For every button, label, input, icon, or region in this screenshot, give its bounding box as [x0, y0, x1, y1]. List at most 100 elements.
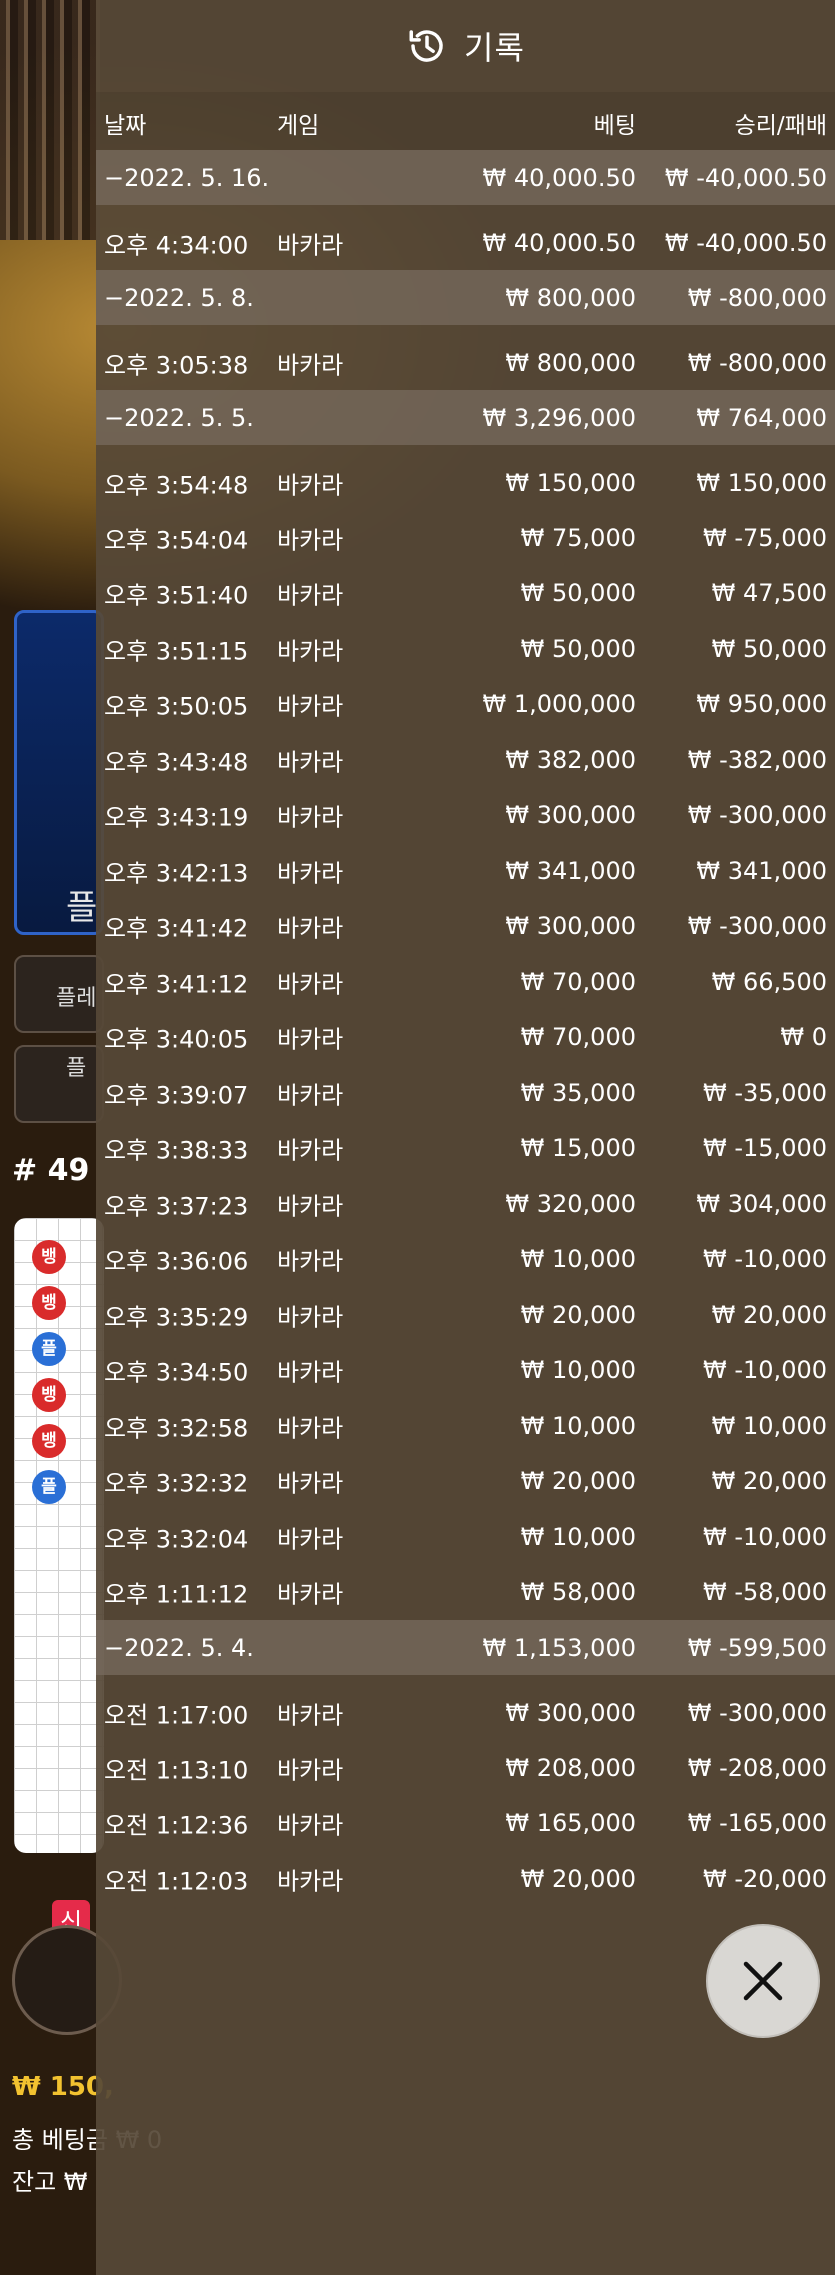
date-group-row[interactable]: −2022. 5. 4. ₩ 1,153,000 ₩ -599,500 — [96, 1620, 835, 1675]
row-result: ₩ -35,000 — [703, 1078, 827, 1107]
table-row: 오후 3:51:40 바카라 ₩ 50,000 ₩ 47,500 — [96, 566, 835, 622]
row-result: ₩ 10,000 — [711, 1411, 827, 1440]
column-header-result: 승리/패배 — [734, 113, 827, 139]
date-group-row[interactable]: −2022. 5. 5. ₩ 3,296,000 ₩ 764,000 — [96, 390, 835, 445]
row-result: ₩ 150,000 — [696, 468, 827, 497]
row-game: 바카라 — [277, 351, 344, 380]
bead-player: 플 — [32, 1332, 66, 1366]
history-table-body: −2022. 5. 16. ₩ 40,000.50 ₩ -40,000.50 오후 4… — [96, 150, 835, 1907]
history-header: 기록 — [96, 0, 835, 92]
row-time: 오후 3:34:50 — [104, 1358, 249, 1387]
date-group-row[interactable]: −2022. 5. 8. ₩ 800,000 ₩ -800,000 — [96, 270, 835, 325]
row-result: ₩ -75,000 — [703, 523, 827, 552]
row-time: 오후 3:35:29 — [104, 1303, 249, 1332]
row-result: ₩ -165,000 — [687, 1809, 827, 1838]
background-button — [14, 1045, 104, 1123]
group-bet-total: ₩ 3,296,000 — [482, 403, 636, 432]
row-bet: ₩ 10,000 — [520, 1245, 636, 1274]
row-bet: ₩ 10,000 — [520, 1411, 636, 1440]
row-result: ₩ -40,000.50 — [664, 228, 827, 257]
row-game: 바카라 — [277, 692, 344, 721]
background-video — [0, 0, 100, 240]
table-row: 오후 3:54:48 바카라 ₩ 150,000 ₩ 150,000 — [96, 445, 835, 510]
table-row: 오후 3:32:58 바카라 ₩ 10,000 ₩ 10,000 — [96, 1398, 835, 1454]
date-group-row[interactable]: −2022. 5. 16. ₩ 40,000.50 ₩ -40,000.50 — [96, 150, 835, 205]
row-game: 바카라 — [277, 1580, 344, 1609]
row-result: ₩ 950,000 — [696, 690, 827, 719]
group-date: −2022. 5. 8. — [104, 283, 254, 312]
row-time: 오후 3:50:05 — [104, 692, 249, 721]
row-time: 오후 4:34:00 — [104, 231, 249, 260]
table-header: 날짜 게임 베팅 승리/패배 — [96, 92, 835, 150]
row-game: 바카라 — [277, 1525, 344, 1554]
row-time: 오후 3:37:23 — [104, 1192, 249, 1221]
group-result-total: ₩ -599,500 — [687, 1633, 827, 1662]
row-time: 오후 3:54:48 — [104, 471, 249, 500]
row-game: 바카라 — [277, 914, 344, 943]
background-round-number: # 49 — [12, 1153, 90, 1188]
row-result: ₩ -300,000 — [687, 1698, 827, 1727]
row-result: ₩ 0 — [780, 1023, 827, 1052]
close-icon — [743, 1961, 783, 2001]
row-bet: ₩ 150,000 — [505, 468, 636, 497]
row-time: 오후 3:32:58 — [104, 1414, 249, 1443]
row-time: 오후 3:32:04 — [104, 1525, 249, 1554]
bead-banker: 뱅 — [32, 1378, 66, 1412]
row-bet: ₩ 382,000 — [505, 745, 636, 774]
group-result-total: ₩ -40,000.50 — [664, 163, 827, 192]
row-time: 오후 3:43:19 — [104, 803, 249, 832]
row-bet: ₩ 300,000 — [505, 801, 636, 830]
history-panel: 기록 날짜 게임 베팅 승리/패배 −2022. 5. 16. ₩ 40,000.… — [96, 0, 835, 2275]
row-result: ₩ -208,000 — [687, 1753, 827, 1782]
row-game: 바카라 — [277, 748, 344, 777]
row-time: 오후 3:39:07 — [104, 1081, 249, 1110]
table-row: 오후 3:36:06 바카라 ₩ 10,000 ₩ -10,000 — [96, 1232, 835, 1288]
row-result: ₩ 20,000 — [711, 1300, 827, 1329]
row-game: 바카라 — [277, 526, 344, 555]
row-result: ₩ 50,000 — [711, 634, 827, 663]
row-game: 바카라 — [277, 581, 344, 610]
background-player-label: 플 — [66, 888, 98, 928]
row-game: 바카라 — [277, 1081, 344, 1110]
row-result: ₩ -10,000 — [703, 1522, 827, 1551]
group-date: −2022. 5. 16. — [104, 163, 270, 192]
row-result: ₩ -15,000 — [703, 1134, 827, 1163]
row-game: 바카라 — [277, 1756, 344, 1785]
row-game: 바카라 — [277, 1025, 344, 1054]
table-row: 오후 3:05:38 바카라 ₩ 800,000 ₩ -800,000 — [96, 325, 835, 390]
table-row: 오후 3:35:29 바카라 ₩ 20,000 ₩ 20,000 — [96, 1287, 835, 1343]
history-title: 기록 — [464, 29, 525, 67]
table-row: 오후 3:40:05 바카라 ₩ 70,000 ₩ 0 — [96, 1010, 835, 1066]
row-time: 오후 3:36:06 — [104, 1247, 249, 1276]
row-time: 오전 1:17:00 — [104, 1701, 249, 1730]
row-bet: ₩ 70,000 — [520, 1023, 636, 1052]
group-bet-total: ₩ 800,000 — [505, 283, 636, 312]
row-bet: ₩ 15,000 — [520, 1134, 636, 1163]
row-result: ₩ -800,000 — [687, 348, 827, 377]
group-date: −2022. 5. 4. — [104, 1633, 254, 1662]
row-game: 바카라 — [277, 471, 344, 500]
row-time: 오후 3:05:38 — [104, 351, 249, 380]
close-button[interactable] — [706, 1924, 820, 2038]
row-result: ₩ 20,000 — [711, 1467, 827, 1496]
row-game: 바카라 — [277, 231, 344, 260]
row-game: 바카라 — [277, 1303, 344, 1332]
row-result: ₩ 341,000 — [696, 856, 827, 885]
table-row: 오전 1:12:03 바카라 ₩ 20,000 ₩ -20,000 — [96, 1851, 835, 1907]
row-bet: ₩ 800,000 — [505, 348, 636, 377]
bead-banker: 뱅 — [32, 1240, 66, 1274]
column-header-bet: 베팅 — [593, 113, 636, 139]
row-bet: ₩ 1,000,000 — [482, 690, 636, 719]
bead-banker: 뱅 — [32, 1424, 66, 1458]
row-bet: ₩ 75,000 — [520, 523, 636, 552]
row-bet: ₩ 208,000 — [505, 1753, 636, 1782]
row-result: ₩ -10,000 — [703, 1245, 827, 1274]
group-result-total: ₩ 764,000 — [696, 403, 827, 432]
table-row: 오후 1:11:12 바카라 ₩ 58,000 ₩ -58,000 — [96, 1565, 835, 1621]
row-bet: ₩ 35,000 — [520, 1078, 636, 1107]
row-time: 오전 1:12:36 — [104, 1811, 249, 1840]
row-bet: ₩ 20,000 — [520, 1864, 636, 1893]
row-time: 오후 3:51:15 — [104, 637, 249, 666]
background-bead-road: 뱅 뱅 플 뱅 뱅 플 — [14, 1218, 104, 1853]
row-bet: ₩ 20,000 — [520, 1300, 636, 1329]
